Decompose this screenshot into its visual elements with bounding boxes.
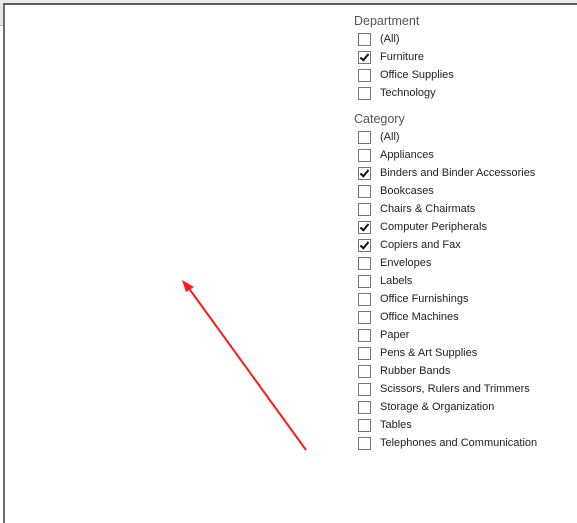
category-filter-item[interactable]: Office Machines: [354, 308, 574, 326]
category-filter-item-label: Office Furnishings: [380, 293, 469, 305]
category-filter-item[interactable]: Telephones and Communication: [354, 434, 574, 452]
category-filter-item-label: Rubber Bands: [380, 365, 451, 377]
category-filter-item-label: Computer Peripherals: [380, 221, 487, 233]
category-filter-item-label: (All): [380, 131, 400, 143]
checkbox[interactable]: [358, 364, 371, 378]
category-filter-item-label: Binders and Binder Accessories: [380, 167, 536, 179]
checkbox[interactable]: [358, 32, 371, 46]
department-filter-list: (All) Furniture Office Supplies Technology: [354, 30, 574, 102]
checkbox[interactable]: [358, 130, 371, 144]
checkbox-checked[interactable]: [358, 166, 371, 180]
checkbox[interactable]: [358, 418, 371, 432]
category-filter-item[interactable]: Labels: [354, 272, 574, 290]
category-filter-item[interactable]: Bookcases: [354, 182, 574, 200]
category-filter-item-label: Tables: [380, 419, 412, 431]
category-filter-item[interactable]: Scissors, Rulers and Trimmers: [354, 380, 574, 398]
checkbox[interactable]: [358, 382, 371, 396]
checkbox[interactable]: [358, 148, 371, 162]
category-filter-item-label: Labels: [380, 275, 413, 287]
category-filter-item[interactable]: Appliances: [354, 146, 574, 164]
checkbox[interactable]: [358, 202, 371, 216]
department-filter-item-label: (All): [380, 33, 400, 45]
checkbox[interactable]: [358, 292, 371, 306]
department-filter-item[interactable]: (All): [354, 30, 574, 48]
category-filter-item[interactable]: Storage & Organization: [354, 398, 574, 416]
category-filter-item[interactable]: Rubber Bands: [354, 362, 574, 380]
category-filter-title: Category: [354, 112, 405, 126]
category-filter-item[interactable]: Chairs & Chairmats: [354, 200, 574, 218]
checkbox[interactable]: [358, 328, 371, 342]
category-filter-item-label: Pens & Art Supplies: [380, 347, 478, 359]
category-filter-item[interactable]: (All): [354, 128, 574, 146]
checkbox[interactable]: [358, 436, 371, 450]
department-filter-item-label: Office Supplies: [380, 69, 454, 81]
checkbox[interactable]: [358, 184, 371, 198]
category-filter-item[interactable]: Paper: [354, 326, 574, 344]
category-filter-item-label: Office Machines: [380, 311, 459, 323]
category-filter-item-label: Telephones and Communication: [380, 437, 538, 449]
category-filter-item[interactable]: Tables: [354, 416, 574, 434]
checkbox-checked[interactable]: [358, 50, 371, 64]
department-filter-title: Department: [354, 14, 420, 28]
category-filter-item[interactable]: Envelopes: [354, 254, 574, 272]
checkbox-checked[interactable]: [358, 220, 371, 234]
checkbox-checked[interactable]: [358, 238, 371, 252]
category-filter-item[interactable]: Binders and Binder Accessories: [354, 164, 574, 182]
category-filter-item-label: Storage & Organization: [380, 401, 495, 413]
checkbox[interactable]: [358, 68, 371, 82]
category-filter-item[interactable]: Copiers and Fax: [354, 236, 574, 254]
department-filter-item-label: Furniture: [380, 51, 425, 63]
checkbox[interactable]: [358, 346, 371, 360]
category-filter-item-label: Envelopes: [380, 257, 432, 269]
category-filter-item-label: Bookcases: [380, 185, 434, 197]
category-filter-item-label: Chairs & Chairmats: [380, 203, 476, 215]
department-filter-item[interactable]: Furniture: [354, 48, 574, 66]
department-filter-item[interactable]: Technology: [354, 84, 574, 102]
checkbox[interactable]: [358, 274, 371, 288]
checkbox[interactable]: [358, 400, 371, 414]
filter-panel: Department (All) Furniture Office Supplies…: [354, 12, 574, 452]
category-filter-item-label: Copiers and Fax: [380, 239, 461, 251]
department-filter-item[interactable]: Office Supplies: [354, 66, 574, 84]
category-filter-item-label: Appliances: [380, 149, 434, 161]
category-filter-item[interactable]: Computer Peripherals: [354, 218, 574, 236]
checkbox[interactable]: [358, 310, 371, 324]
department-filter-item-label: Technology: [380, 87, 436, 99]
checkbox[interactable]: [358, 86, 371, 100]
category-filter-item[interactable]: Pens & Art Supplies: [354, 344, 574, 362]
checkbox[interactable]: [358, 256, 371, 270]
category-filter-item[interactable]: Office Furnishings: [354, 290, 574, 308]
category-filter-item-label: Scissors, Rulers and Trimmers: [380, 383, 530, 395]
category-filter-list: (All) Appliances Binders and Binder Access…: [354, 128, 574, 452]
category-filter-item-label: Paper: [380, 329, 410, 341]
